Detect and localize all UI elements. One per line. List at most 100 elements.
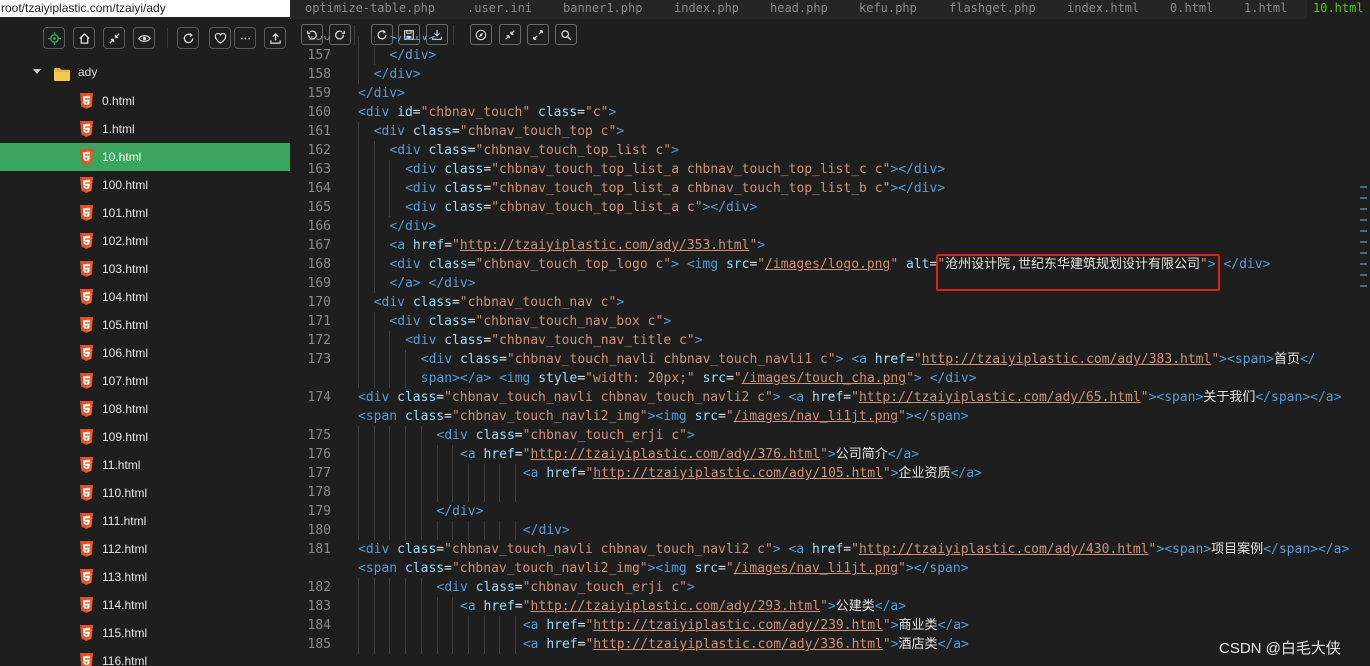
file-item[interactable]: 112.html	[0, 535, 290, 563]
file-item[interactable]: 105.html	[0, 311, 290, 339]
code-token: <a	[522, 618, 547, 633]
code-line: 161 <div class="chbnav_touch_top c">	[290, 122, 1370, 141]
indent-guide	[389, 426, 391, 445]
code-token: "	[725, 561, 734, 576]
indent-guide	[452, 445, 454, 464]
editor-tab[interactable]: index.php	[674, 0, 739, 19]
collapse-icon	[108, 32, 121, 45]
code-token: "	[1211, 352, 1220, 367]
file-item[interactable]: 110.html	[0, 479, 290, 507]
code-token: "	[725, 409, 734, 424]
file-item[interactable]: 1.html	[0, 115, 290, 143]
code-token: http://tzaiyiplastic.com/ady/105.html	[593, 466, 883, 481]
html5-file-icon	[80, 289, 93, 305]
more-button[interactable]	[234, 27, 256, 49]
code-text: </div>	[523, 521, 570, 540]
code-token: "	[522, 447, 531, 462]
indent-guide	[389, 483, 391, 502]
indent-guide	[436, 616, 438, 635]
indent-guide	[389, 578, 391, 597]
file-item[interactable]: 115.html	[0, 619, 290, 647]
folder-row-ady[interactable]: ady	[0, 59, 290, 87]
html5-file-icon	[80, 233, 93, 249]
path-bar[interactable]: root/tzaiyiplastic.com/tzaiyi/ady	[0, 0, 290, 17]
file-item[interactable]: 103.html	[0, 255, 290, 283]
file-name: 100.html	[102, 178, 149, 192]
indent-guide	[358, 255, 359, 274]
file-item[interactable]: 107.html	[0, 367, 290, 395]
file-item[interactable]: 100.html	[0, 171, 290, 199]
indent-guide	[452, 521, 454, 540]
editor-tab[interactable]: banner1.php	[563, 0, 642, 19]
file-item[interactable]: 113.html	[0, 563, 290, 591]
file-item[interactable]: 116.html	[0, 647, 290, 666]
file-item[interactable]: 10.html	[0, 143, 290, 171]
eye-button[interactable]	[133, 27, 155, 49]
code-editor[interactable]: 156 </div> 157 </div> 158 </div> 159 </div> 160 <…	[290, 36, 1370, 666]
html5-file-icon	[80, 485, 93, 501]
editor-tab[interactable]: .user.ini	[467, 0, 532, 19]
file-item[interactable]: 102.html	[0, 227, 290, 255]
minimap-strip[interactable]	[1360, 186, 1370, 386]
code-token: ><span>	[1148, 390, 1204, 405]
editor-tab[interactable]: flashget.php	[949, 0, 1036, 19]
file-item[interactable]: 0.html	[0, 87, 290, 115]
locate-button[interactable]	[43, 27, 65, 49]
file-item[interactable]: 101.html	[0, 199, 290, 227]
code-token: "chbnav_touch_top_list_a c"	[491, 200, 703, 215]
code-token: "chbnav_touch_top_list_a chbnav_touch_to…	[491, 181, 891, 196]
code-token: class	[444, 162, 484, 177]
indent-guide	[452, 635, 454, 654]
code-token: </div>	[436, 504, 484, 519]
file-item[interactable]: 108.html	[0, 395, 290, 423]
code-token: "chbnav_touch_nav_title c"	[491, 333, 695, 348]
indent-guide	[467, 521, 469, 540]
editor-tab[interactable]: 0.html	[1170, 0, 1213, 19]
favorite-button[interactable]	[209, 27, 231, 49]
home-button[interactable]	[73, 27, 95, 49]
line-number: 181	[307, 542, 331, 557]
code-line: 171 <div class="chbnav_touch_nav_box c">	[290, 312, 1370, 331]
code-line: 159 </div>	[290, 84, 1370, 103]
indent-guide	[389, 616, 391, 635]
code-line: 180 </div>	[290, 521, 1370, 540]
collapse-button[interactable]	[103, 27, 125, 49]
file-item[interactable]: 111.html	[0, 507, 290, 535]
indent-guide	[373, 160, 375, 179]
html5-file-icon	[80, 457, 93, 473]
editor-tab[interactable]: optimize-table.php	[305, 0, 435, 19]
editor-tab[interactable]: 10.html	[1307, 0, 1370, 19]
file-item[interactable]: 109.html	[0, 423, 290, 451]
html5-file-icon	[80, 653, 93, 666]
file-item[interactable]: 11.html	[0, 451, 290, 479]
file-tree: ady 0.html 1.html 10.html 100.html 101.html 10…	[0, 59, 290, 666]
code-token: http://tzaiyiplastic.com/ady/376.html	[530, 447, 821, 462]
line-number: 174	[307, 390, 331, 405]
upload-button[interactable]	[264, 27, 286, 49]
editor-tab[interactable]: kefu.php	[859, 0, 917, 19]
file-item[interactable]: 114.html	[0, 591, 290, 619]
code-token: <span	[358, 409, 405, 424]
line-number: 165	[307, 200, 331, 215]
code-token: src	[694, 409, 719, 424]
code-text: <div class="chbnav_touch_top_list_a c"><…	[405, 198, 757, 217]
caret-down-icon[interactable]	[33, 69, 41, 74]
indent-guide	[358, 464, 359, 483]
indent-guide	[373, 198, 375, 217]
code-token: href	[412, 238, 445, 253]
code-line: 177 <a href="http://tzaiyiplastic.com/ady…	[290, 464, 1370, 483]
editor-tab[interactable]: index.html	[1067, 0, 1139, 19]
code-token: =	[436, 390, 445, 405]
editor-tab[interactable]: 1.html	[1244, 0, 1287, 19]
code-text: </div>	[374, 65, 421, 84]
code-token: 公司简介	[835, 447, 888, 462]
code-text: </div>	[437, 502, 484, 521]
file-item[interactable]: 104.html	[0, 283, 290, 311]
file-name: 103.html	[102, 262, 149, 276]
code-token: "	[882, 637, 891, 652]
code-line: 166 </div>	[290, 217, 1370, 236]
file-item[interactable]: 106.html	[0, 339, 290, 367]
refresh-button[interactable]	[177, 27, 199, 49]
editor-tab[interactable]: head.php	[770, 0, 828, 19]
code-token: </div>	[373, 67, 421, 82]
